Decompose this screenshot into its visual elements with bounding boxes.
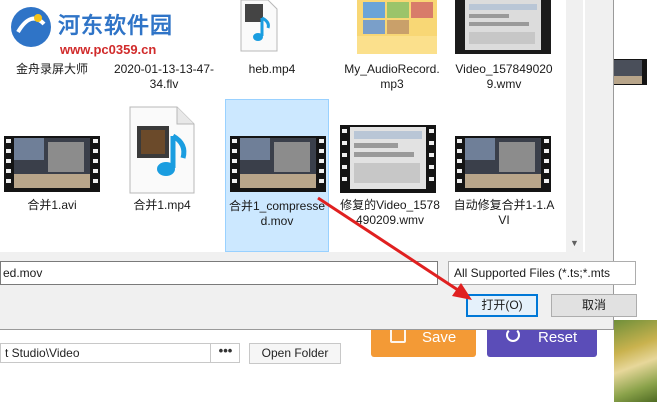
file-name: 合并1.mp4 [133, 198, 191, 212]
open-button[interactable]: 打开(O) [466, 294, 538, 317]
file-item[interactable]: 合并1.mp4 [110, 198, 214, 213]
cancel-button[interactable]: 取消 [551, 294, 637, 317]
file-item[interactable]: My_AudioRecord.mp3 [340, 62, 444, 92]
open-file-dialog: 河东软件园 www.pc0359.cn 金舟录屏大师 2020-01-13-13… [0, 0, 637, 330]
file-name: 修复的Video_1578490209.wmv [340, 198, 440, 227]
file-name: 合并1_compressed.mov [228, 199, 326, 228]
file-name: 合并1.avi [27, 198, 77, 212]
video-thumb-icon [455, 136, 551, 192]
output-path-field[interactable]: t Studio\Video [0, 343, 240, 363]
video-thumb-icon [4, 136, 100, 192]
media-file-icon [240, 0, 278, 52]
file-item[interactable]: 自动修复合并1-1.AVI [452, 198, 556, 228]
file-name-input[interactable]: ed.mov [0, 261, 438, 285]
background-image [614, 320, 657, 402]
watermark-url: www.pc0359.cn [60, 42, 157, 57]
vertical-scrollbar[interactable]: ▼ [566, 0, 583, 252]
save-label: Save [422, 329, 457, 346]
open-folder-button[interactable]: Open Folder [249, 343, 341, 364]
video-thumb-icon [340, 125, 436, 193]
file-name: My_AudioRecord.mp3 [344, 62, 440, 91]
video-thumb-icon [230, 136, 326, 192]
browse-dots-button[interactable]: ••• [210, 343, 240, 363]
file-item[interactable]: heb.mp4 [220, 62, 324, 77]
refresh-icon [506, 328, 520, 342]
file-item[interactable]: 2020-01-13-13-47-34.flv [112, 62, 216, 92]
media-file-icon [129, 106, 195, 194]
file-name: 金舟录屏大师 [15, 62, 88, 76]
file-item[interactable]: 金舟录屏大师 [0, 62, 104, 77]
video-thumb-icon [455, 0, 551, 54]
file-list-view: 河东软件园 www.pc0359.cn 金舟录屏大师 2020-01-13-13… [0, 0, 585, 252]
file-item[interactable]: 修复的Video_1578490209.wmv [338, 198, 442, 228]
scroll-down-arrow-icon[interactable]: ▼ [566, 236, 583, 250]
reset-label: Reset [538, 329, 578, 346]
file-item[interactable]: Video_1578490209.wmv [452, 62, 556, 92]
watermark-site-name: 河东软件园 [58, 13, 174, 38]
file-name: Video_1578490209.wmv [455, 62, 553, 91]
file-item-selected[interactable]: 合并1_compressed.mov [225, 99, 329, 252]
file-type-select[interactable]: All Supported Files (*.ts;*.mts [448, 261, 636, 285]
folder-icon [357, 0, 437, 54]
file-name: 自动修复合并1-1.AVI [453, 198, 555, 227]
file-name: 2020-01-13-13-47-34.flv [113, 62, 215, 91]
file-item[interactable]: 合并1.avi [0, 198, 104, 213]
watermark-logo-icon [8, 4, 54, 53]
file-name: heb.mp4 [248, 62, 296, 76]
